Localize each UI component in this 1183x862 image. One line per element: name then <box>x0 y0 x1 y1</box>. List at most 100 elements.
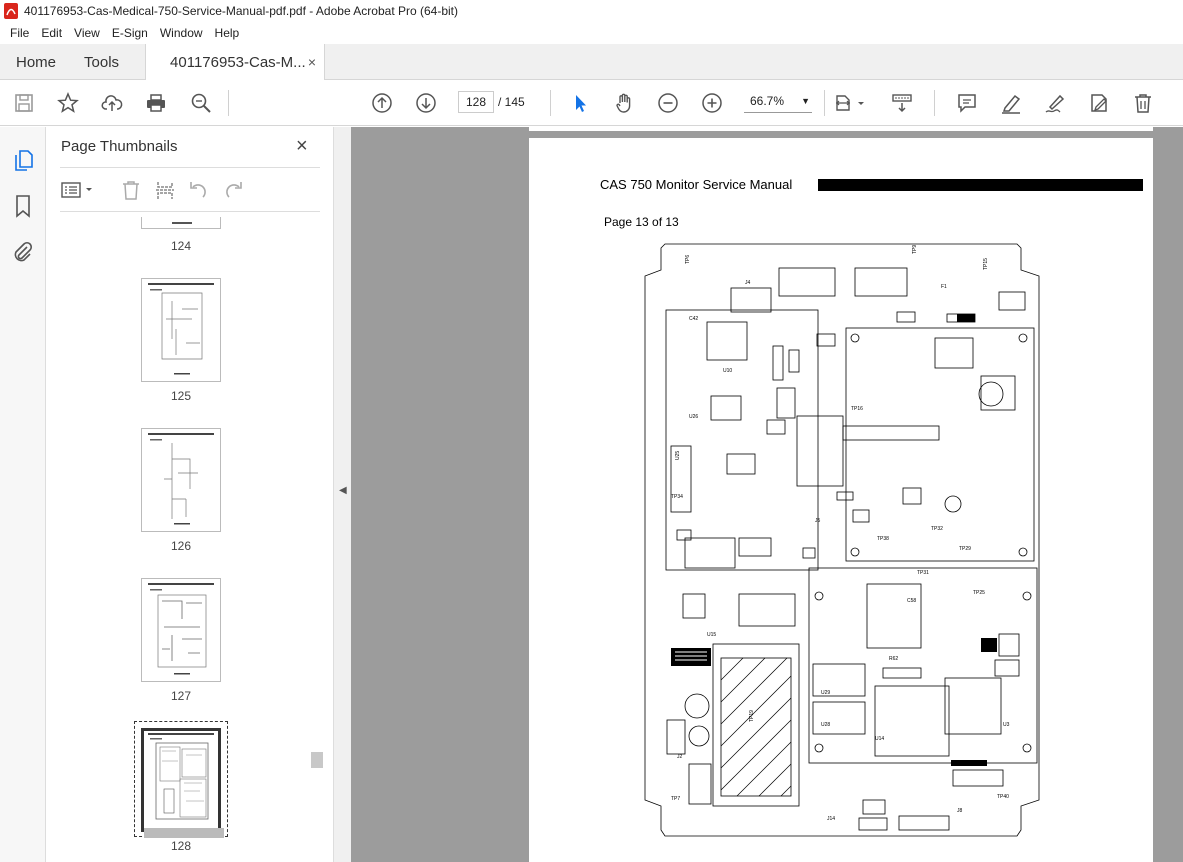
toolbar-separator <box>824 90 825 116</box>
menu-edit[interactable]: Edit <box>39 26 64 40</box>
page-thumbnails-icon[interactable] <box>11 148 35 172</box>
menu-view[interactable]: View <box>72 26 102 40</box>
attachment-icon[interactable] <box>11 240 35 264</box>
svg-text:TP7: TP7 <box>671 796 680 802</box>
svg-text:TP6: TP6 <box>685 255 691 264</box>
main-toolbar <box>0 80 1183 126</box>
svg-text:TP34: TP34 <box>671 494 683 500</box>
window-titlebar: 401176953-Cas-Medical-750-Service-Manual… <box>0 0 1183 22</box>
star-icon[interactable] <box>56 91 80 115</box>
save-icon[interactable] <box>12 91 36 115</box>
panel-toolbar <box>60 177 320 203</box>
svg-text:TP40: TP40 <box>997 794 1009 800</box>
redaction-bar <box>818 179 1143 191</box>
menu-esign[interactable]: E-Sign <box>110 26 150 40</box>
tab-close-icon[interactable]: × <box>308 54 316 70</box>
zoom-level-value: 66.7% <box>750 94 785 108</box>
thumbnail-page[interactable] <box>141 428 221 532</box>
panel-splitter[interactable]: ◀ <box>333 127 351 862</box>
svg-text:C58: C58 <box>907 598 916 604</box>
tab-bar: Home Tools 401176953-Cas-M... × <box>0 44 1183 80</box>
bookmark-icon[interactable] <box>11 194 35 218</box>
thumbnail-label: 126 <box>170 539 192 553</box>
acrobat-logo-icon <box>4 3 18 19</box>
chevron-down-icon: ▼ <box>801 96 810 106</box>
svg-text:TP32: TP32 <box>931 526 943 532</box>
svg-text:TP19: TP19 <box>749 710 755 722</box>
svg-text:J14: J14 <box>827 816 835 822</box>
window-title: 401176953-Cas-Medical-750-Service-Manual… <box>24 4 459 18</box>
toolbar-separator <box>228 90 229 116</box>
scroll-mode-icon[interactable] <box>890 91 914 115</box>
edit-pdf-icon[interactable] <box>1087 91 1111 115</box>
tab-home[interactable]: Home <box>0 44 72 80</box>
thumbnail-page-selected[interactable] <box>141 728 224 838</box>
tab-document[interactable]: 401176953-Cas-M... × <box>145 44 326 80</box>
thumbnail-options-icon[interactable] <box>60 179 98 201</box>
thumbnail-page[interactable] <box>141 217 221 229</box>
page-up-icon[interactable] <box>370 91 394 115</box>
svg-text:TP25: TP25 <box>973 590 985 596</box>
menu-window[interactable]: Window <box>158 26 205 40</box>
rotate-right-icon[interactable] <box>222 179 244 201</box>
toolbar-separator <box>550 90 551 116</box>
tab-document-label: 401176953-Cas-M... <box>170 53 306 71</box>
svg-text:U3: U3 <box>1003 722 1010 728</box>
svg-text:J5: J5 <box>815 518 821 524</box>
svg-text:U29: U29 <box>821 690 830 696</box>
document-header: CAS 750 Monitor Service Manual <box>600 177 793 192</box>
highlight-icon[interactable] <box>999 91 1023 115</box>
svg-text:F1: F1 <box>941 284 947 290</box>
panel-title: Page Thumbnails <box>61 138 178 155</box>
thumbnail-label: 128 <box>170 839 192 853</box>
svg-text:U10: U10 <box>723 368 732 374</box>
tab-tools[interactable]: Tools <box>72 44 131 80</box>
print-icon[interactable] <box>144 91 168 115</box>
document-view[interactable]: CAS 750 Monitor Service Manual Page 13 o… <box>351 127 1183 862</box>
fit-page-icon[interactable] <box>834 91 868 115</box>
zoom-in-icon[interactable] <box>700 91 724 115</box>
menu-file[interactable]: File <box>8 26 31 40</box>
pdf-page: CAS 750 Monitor Service Manual Page 13 o… <box>529 138 1153 862</box>
sign-icon[interactable] <box>1043 91 1067 115</box>
page-thumbnails-panel: Page Thumbnails × 124 125 126 127 128 <box>46 127 368 862</box>
svg-text:U14: U14 <box>875 736 884 742</box>
document-page-line: Page 13 of 13 <box>604 215 679 229</box>
toolbar-separator <box>934 90 935 116</box>
thumbnail-preview <box>148 283 214 375</box>
svg-text:TP31: TP31 <box>917 570 929 576</box>
rotate-left-icon[interactable] <box>188 179 210 201</box>
menu-help[interactable]: Help <box>213 26 242 40</box>
collapse-panel-icon[interactable]: ◀ <box>339 485 347 496</box>
thumbnail-page[interactable] <box>141 278 221 382</box>
svg-text:J8: J8 <box>957 808 963 814</box>
pcb-layout-drawing: TP6 J4 TP9 TP15 F1 C42 U10 U26 U25 TP34 … <box>644 243 1040 837</box>
thumbnail-scroll-thumb[interactable] <box>311 752 323 768</box>
zoom-out-icon[interactable] <box>656 91 680 115</box>
thumbnail-page[interactable] <box>141 578 221 682</box>
svg-text:TP16: TP16 <box>851 406 863 412</box>
panel-close-icon[interactable]: × <box>296 135 308 158</box>
menu-bar: File Edit View E-Sign Window Help <box>0 22 1183 44</box>
svg-text:C42: C42 <box>689 316 698 322</box>
comment-icon[interactable] <box>955 91 979 115</box>
svg-text:U26: U26 <box>689 414 698 420</box>
page-down-icon[interactable] <box>414 91 438 115</box>
select-pointer-icon[interactable] <box>568 91 592 115</box>
svg-text:U25: U25 <box>675 451 681 460</box>
zoom-level-select[interactable]: 66.7% ▼ <box>744 91 812 113</box>
page-number-input[interactable]: 128 <box>458 91 494 113</box>
svg-text:TP15: TP15 <box>983 258 989 270</box>
svg-text:TP9: TP9 <box>912 245 918 254</box>
svg-text:R62: R62 <box>889 656 898 662</box>
delete-page-icon[interactable] <box>120 179 142 201</box>
delete-icon[interactable] <box>1131 91 1155 115</box>
search-zoom-icon[interactable] <box>189 91 213 115</box>
extract-page-icon[interactable] <box>154 179 176 201</box>
upload-icon[interactable] <box>100 91 124 115</box>
thumbnail-preview <box>148 583 214 675</box>
thumbnail-list: 124 125 126 127 128 <box>60 217 310 862</box>
svg-text:TP29: TP29 <box>959 546 971 552</box>
hand-icon[interactable] <box>612 91 636 115</box>
svg-text:J2: J2 <box>677 754 683 760</box>
